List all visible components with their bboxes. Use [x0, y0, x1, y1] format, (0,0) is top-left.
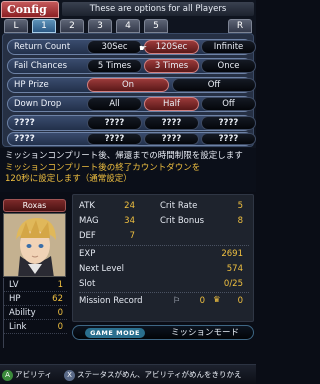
game-mode-bar: GAME MODE ミッションモード: [72, 325, 254, 340]
x-button-icon: X: [64, 369, 75, 381]
stat-value: 0: [199, 296, 205, 306]
stat-label: Next Level: [79, 264, 124, 274]
tab-4[interactable]: 4: [116, 19, 140, 33]
character-portrait: [3, 213, 66, 277]
tab-2[interactable]: 2: [60, 19, 84, 33]
stat-label: LV: [9, 280, 19, 290]
stat-label: Crit Rate: [160, 201, 198, 211]
option-label: Down Drop: [14, 99, 62, 109]
choice-30sec[interactable]: 30Sec: [87, 40, 142, 54]
game-mode-value: ミッションモード: [171, 328, 240, 338]
stat-value: 24: [124, 201, 135, 211]
tab-5[interactable]: 5: [144, 19, 168, 33]
ability-button-label: アビリティ: [15, 370, 53, 379]
mission-flag-icon: ⚐: [173, 296, 181, 306]
stat-value: 34: [124, 216, 135, 226]
stat-row-lv: LV 1: [4, 278, 67, 292]
bottom-button-bar: A アビリティ X ステータスがめん、アビリティがめんをきりかえ: [0, 364, 256, 384]
description-area: ミッションコンプリート後、帰還までの時間制限を設定します ミッションコンプリート…: [0, 148, 256, 192]
option-fail-chances[interactable]: Fail Chances 5 Times 3 Times Once: [7, 58, 256, 74]
stat-value: 0/25: [223, 279, 243, 289]
option-label: Fail Chances: [14, 61, 67, 71]
choice-locked[interactable]: ????: [201, 133, 256, 145]
choice-off[interactable]: Off: [172, 78, 256, 92]
tab-strip: L 1 2 3 4 5 R: [4, 19, 254, 33]
ability-button[interactable]: A アビリティ: [2, 368, 58, 382]
stat-label: DEF: [79, 231, 96, 241]
choice-infinite[interactable]: Infinite: [201, 40, 256, 54]
option-down-drop[interactable]: Down Drop All Half Off: [7, 96, 256, 112]
stat-value: 0: [237, 296, 243, 306]
option-locked-2[interactable]: ???? ???? ???? ????: [7, 132, 256, 146]
detailed-stats: ATK 24 Crit Rate 5 MAG 34 Crit Bonus 8 D…: [72, 194, 254, 322]
config-title: Config: [1, 1, 59, 18]
stat-value: 8: [237, 216, 243, 226]
pointer-hand-icon: ☛: [139, 44, 148, 54]
stat-label: Ability: [9, 308, 36, 318]
option-label: HP Prize: [14, 80, 49, 90]
top-screen: Config These are options for all Players…: [0, 0, 256, 150]
stat-label: Crit Bonus: [160, 216, 205, 226]
option-locked-1[interactable]: ???? ???? ???? ????: [7, 115, 256, 131]
stat-row-ability: Ability 0: [4, 306, 67, 320]
choice-once[interactable]: Once: [201, 59, 256, 73]
option-label: Return Count: [14, 42, 71, 52]
stat-value: 7: [129, 231, 135, 241]
stat-label: Mission Record: [79, 296, 143, 306]
choice-locked[interactable]: ????: [201, 116, 256, 130]
choice-half[interactable]: Half: [144, 97, 199, 111]
toggle-screen-button[interactable]: X ステータスがめん、アビリティがめんをきりかえ: [64, 368, 254, 382]
option-return-count[interactable]: Return Count 30Sec 120Sec Infinite: [7, 39, 256, 55]
stat-label: EXP: [79, 249, 96, 259]
option-label: ????: [14, 118, 35, 128]
divider: [79, 245, 249, 246]
divider: [79, 292, 249, 293]
stat-row-link: Link 0: [4, 320, 67, 334]
stat-label: Slot: [79, 279, 96, 289]
stat-value: 0: [57, 308, 63, 318]
tab-3[interactable]: 3: [88, 19, 112, 33]
character-basic-stats: LV 1 HP 62 Ability 0 Link 0: [3, 278, 67, 348]
stat-value: 1: [57, 280, 63, 290]
stat-value: 62: [52, 294, 63, 304]
choice-locked[interactable]: ????: [144, 133, 199, 145]
description-line: ミッションコンプリート後、帰還までの時間制限を設定します: [5, 151, 243, 161]
stat-value: 574: [226, 264, 243, 274]
choice-all[interactable]: All: [87, 97, 142, 111]
choice-locked[interactable]: ????: [87, 133, 142, 145]
character-name: Roxas: [3, 199, 66, 212]
stat-label: MAG: [79, 216, 99, 226]
crown-icon: ♛: [213, 295, 221, 305]
options-panel: Return Count 30Sec 120Sec Infinite Fail …: [2, 33, 256, 147]
hint-bar: These are options for all Players: [62, 2, 254, 16]
tab-1[interactable]: 1: [32, 19, 56, 33]
bottom-screen: Roxas LV 1 HP 62 Ability 0 Link 0 ATK 24…: [0, 192, 256, 384]
choice-5-times[interactable]: 5 Times: [87, 59, 142, 73]
option-label: ????: [14, 134, 35, 144]
stat-row-hp: HP 62: [4, 292, 67, 306]
description-line: ミッションコンプリート後の終了カウントダウンを: [5, 163, 201, 173]
a-button-icon: A: [2, 369, 13, 381]
stat-label: HP: [9, 294, 21, 304]
choice-on[interactable]: On: [87, 78, 169, 92]
stat-value: 2691: [221, 249, 243, 259]
stat-value: 0: [57, 322, 63, 332]
stat-value: 5: [237, 201, 243, 211]
stat-label: ATK: [79, 201, 95, 211]
choice-120sec[interactable]: 120Sec: [144, 40, 199, 54]
choice-3-times[interactable]: 3 Times: [144, 59, 199, 73]
choice-off[interactable]: Off: [201, 97, 256, 111]
option-hp-prize[interactable]: HP Prize On Off: [7, 77, 256, 93]
stat-label: Link: [9, 322, 27, 332]
toggle-screen-label: ステータスがめん、アビリティがめんをきりかえ: [77, 370, 242, 379]
tab-r[interactable]: R: [228, 19, 252, 33]
game-mode-tag: GAME MODE: [85, 328, 145, 338]
description-line: 120秒に設定します（通常設定）: [5, 174, 132, 184]
tab-l[interactable]: L: [4, 19, 28, 33]
choice-locked[interactable]: ????: [144, 116, 199, 130]
roxas-portrait-icon: [4, 214, 65, 276]
choice-locked[interactable]: ????: [87, 116, 142, 130]
